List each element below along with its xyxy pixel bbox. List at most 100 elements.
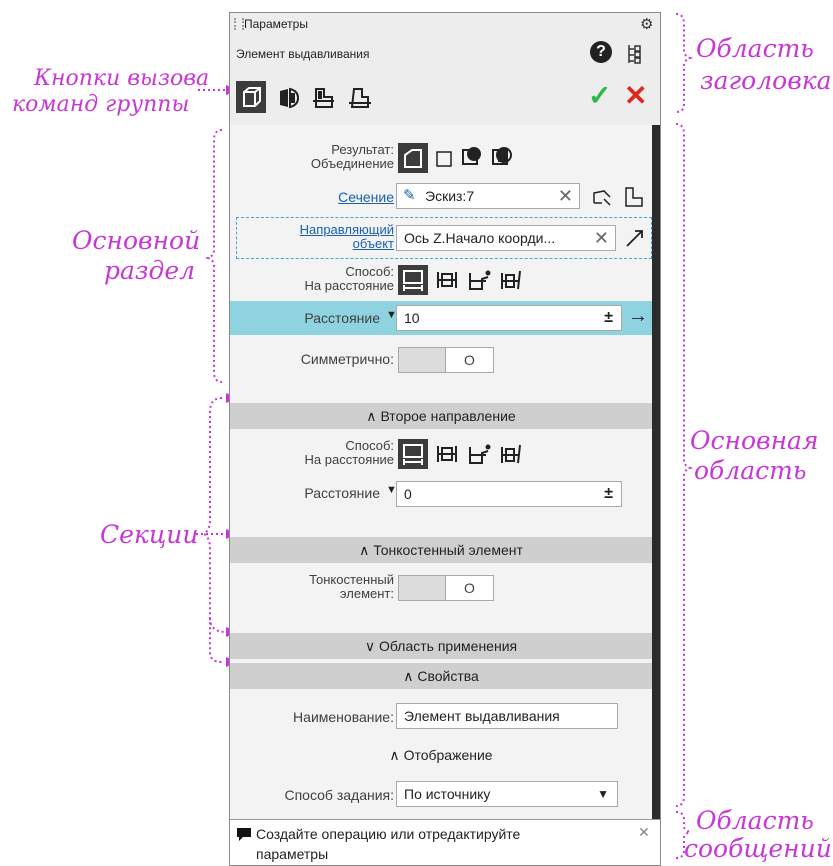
toggle-knob: O xyxy=(445,348,493,372)
header-area: Параметры ⚙ Элемент выдавливания ? ✓ ✕ xyxy=(230,13,660,126)
extrude-command-button[interactable] xyxy=(236,81,266,113)
cancel-cross-icon[interactable]: ✕ xyxy=(624,79,647,112)
direction-arrow-icon[interactable] xyxy=(624,227,646,249)
chevron-up-icon: ∧ xyxy=(403,668,418,684)
clear-icon[interactable]: ✕ xyxy=(558,184,573,208)
panel-title: Параметры xyxy=(244,17,308,31)
display-subsection-header[interactable]: ∧ Отображение xyxy=(230,747,652,764)
loft-icon[interactable] xyxy=(346,85,374,111)
message-area: Создайте операцию или отредактируйте пара… xyxy=(230,819,660,865)
guide-object-field[interactable]: Ось Z.Начало коорди... ✕ xyxy=(396,225,616,251)
second-method-value: На расстояние xyxy=(304,452,394,467)
second-method-label-text: Способ: xyxy=(345,438,394,453)
subtract-icon[interactable] xyxy=(460,145,484,169)
ok-checkmark-icon[interactable]: ✓ xyxy=(588,79,611,112)
kinematic-icon[interactable] xyxy=(310,85,338,111)
section-title: Тонкостенный элемент xyxy=(373,542,523,558)
select-sketch-icon[interactable] xyxy=(590,185,614,209)
second-method-distance-button[interactable] xyxy=(398,439,428,469)
message-icon xyxy=(237,828,251,841)
drag-handle-icon[interactable] xyxy=(234,18,244,30)
up-to-surface-icon[interactable] xyxy=(498,441,524,467)
thin-wall-label-1: Тонкостенный xyxy=(309,572,394,587)
clear-icon[interactable]: ✕ xyxy=(594,226,609,250)
section-value: Эскиз:7 xyxy=(425,188,475,204)
section-thin-wall[interactable]: ∧ Тонкостенный элемент xyxy=(230,537,652,563)
reverse-direction-icon[interactable]: → xyxy=(628,305,648,328)
result-value: Объединение xyxy=(310,156,394,171)
guide-object-label-1: Направляющий xyxy=(299,222,394,237)
up-to-vertex-icon[interactable] xyxy=(466,441,492,467)
message-line-1: Создайте операцию или отредактируйте xyxy=(256,826,521,842)
section-title: Второе направление xyxy=(380,408,516,424)
through-all-icon[interactable] xyxy=(434,441,460,467)
message-text: Создайте операцию или отредактируйте пара… xyxy=(256,824,520,864)
help-icon[interactable]: ? xyxy=(590,41,612,63)
union-icon xyxy=(404,149,422,168)
method-label-text: Способ: xyxy=(345,264,394,279)
result-label: Результат: Объединение xyxy=(244,143,394,171)
dropdown-arrow-icon: ▼ xyxy=(597,787,609,801)
chevron-up-icon: ∧ xyxy=(359,542,374,558)
distance-icon xyxy=(403,270,423,291)
method-distance-button[interactable] xyxy=(398,265,428,295)
pencil-icon: ✎ xyxy=(403,187,416,204)
section-field[interactable]: ✎ Эскиз:7 ✕ xyxy=(396,183,580,209)
new-body-icon[interactable] xyxy=(434,149,454,169)
guide-object-label-2: объект xyxy=(352,236,394,251)
mode-select[interactable]: По источнику ▼ xyxy=(396,781,618,807)
distance-icon xyxy=(403,444,423,465)
panel-subtitle: Элемент выдавливания xyxy=(236,47,370,61)
chevron-down-icon: ∨ xyxy=(364,638,380,654)
distance-field[interactable]: 10 ± xyxy=(396,305,622,331)
thin-wall-label: Тонкостенный элемент: xyxy=(309,573,394,601)
distance-label: Расстояние xyxy=(304,310,380,326)
name-field[interactable]: Элемент выдавливания xyxy=(396,703,618,729)
scrollbar[interactable] xyxy=(652,125,660,819)
main-area: Результат: Объединение Сечение ✎ Эскиз:7 … xyxy=(230,125,660,819)
section-title: Область применения xyxy=(379,638,518,654)
guide-object-value: Ось Z.Начало коорди... xyxy=(404,230,556,246)
second-method-label: Способ: На расстояние xyxy=(305,439,394,467)
name-value: Элемент выдавливания xyxy=(404,708,560,724)
name-label: Наименование: xyxy=(293,709,394,725)
section-second-direction[interactable]: ∧ Второе направление xyxy=(230,403,652,429)
intersect-icon[interactable] xyxy=(490,145,514,169)
second-distance-value: 0 xyxy=(404,486,412,502)
section-scope[interactable]: ∨ Область применения xyxy=(230,633,652,659)
plus-minus-icon[interactable]: ± xyxy=(604,482,613,506)
section-properties[interactable]: ∧ Свойства xyxy=(230,663,652,689)
close-icon[interactable]: ✕ xyxy=(638,824,650,841)
chevron-up-icon: ∧ xyxy=(389,747,404,763)
method-label: Способ: На расстояние xyxy=(305,265,394,293)
message-line-2: параметры xyxy=(256,846,329,862)
extrude-icon xyxy=(243,87,261,107)
section-link[interactable]: Сечение xyxy=(338,189,394,205)
chevron-up-icon: ∧ xyxy=(366,408,381,424)
symmetric-label: Симметрично: xyxy=(300,351,394,367)
tree-icon[interactable] xyxy=(626,43,642,65)
mode-value: По источнику xyxy=(404,786,491,802)
method-value: На расстояние xyxy=(304,278,394,293)
display-title: Отображение xyxy=(403,747,493,763)
rotate-icon[interactable] xyxy=(276,85,302,111)
result-label-text: Результат: xyxy=(331,142,394,157)
mode-label: Способ задания: xyxy=(284,787,394,803)
through-all-icon[interactable] xyxy=(434,267,460,293)
section-title: Свойства xyxy=(417,668,479,684)
up-to-vertex-icon[interactable] xyxy=(466,267,492,293)
second-distance-field[interactable]: 0 ± xyxy=(396,481,622,507)
gear-icon[interactable]: ⚙ xyxy=(640,15,653,33)
up-to-surface-icon[interactable] xyxy=(498,267,524,293)
create-sketch-icon[interactable] xyxy=(622,185,646,209)
toggle-knob: O xyxy=(445,576,493,600)
parameters-panel: Параметры ⚙ Элемент выдавливания ? ✓ ✕ Р… xyxy=(229,12,661,866)
result-union-button[interactable] xyxy=(398,143,428,173)
guide-object-link[interactable]: Направляющий объект xyxy=(300,223,394,251)
symmetric-toggle[interactable]: O xyxy=(398,347,494,373)
second-distance-label: Расстояние xyxy=(304,485,380,501)
thin-wall-label-2: элемент: xyxy=(339,586,394,601)
distance-value: 10 xyxy=(404,310,420,326)
plus-minus-icon[interactable]: ± xyxy=(604,306,613,330)
thin-wall-toggle[interactable]: O xyxy=(398,575,494,601)
